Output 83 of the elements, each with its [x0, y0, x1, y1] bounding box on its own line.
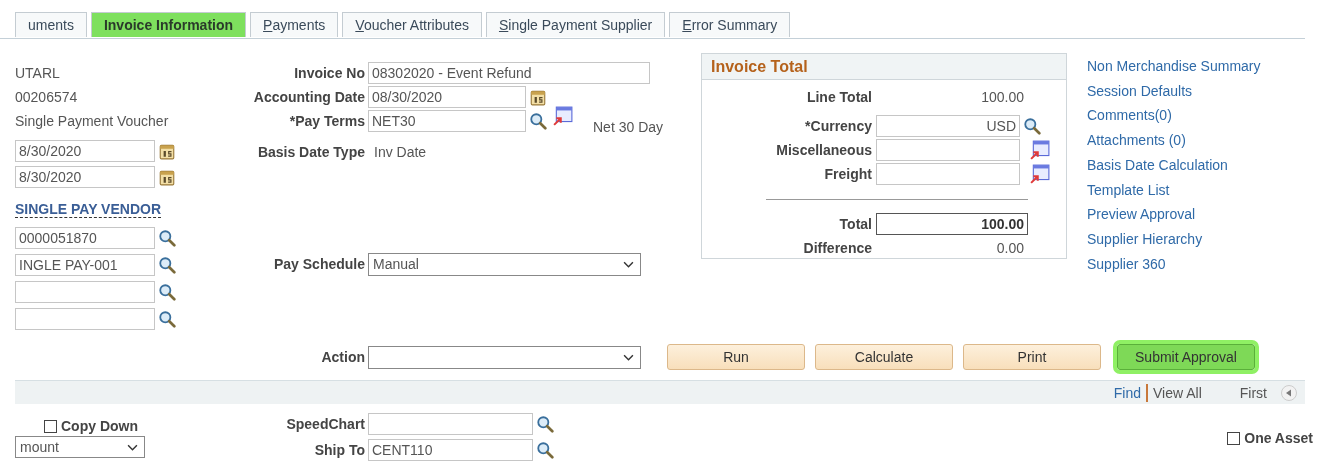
page-link[interactable]: Preview Approval	[1087, 205, 1261, 225]
field-label: Pay Schedule	[272, 256, 366, 272]
search-icon[interactable]	[158, 229, 176, 247]
field-label: Difference	[802, 240, 873, 256]
input-field[interactable]	[368, 413, 533, 435]
caret-icon[interactable]	[623, 353, 634, 361]
view-all-link[interactable]: View All	[1153, 384, 1202, 401]
input-field[interactable]	[876, 139, 1020, 161]
field-label: Total	[838, 216, 873, 232]
tab[interactable]: Voucher Attributes	[342, 12, 482, 37]
search-icon[interactable]	[536, 415, 554, 433]
page-link[interactable]: Session Defaults	[1087, 81, 1261, 102]
field-label: Action	[320, 349, 366, 365]
vendor-link[interactable]: SINGLE PAY VENDOR	[15, 200, 161, 218]
field-value: Single Payment Voucher	[15, 113, 169, 129]
panel-title: Invoice Total	[711, 57, 808, 76]
detail-window-icon[interactable]	[1030, 164, 1050, 184]
field-value: UTARL	[15, 65, 60, 81]
input-field[interactable]: 08302020 - Event Refund	[368, 62, 650, 84]
input-field[interactable]: USD	[876, 115, 1020, 137]
input-field[interactable]: INGLE PAY-001	[15, 254, 155, 276]
dropdown[interactable]: Manual	[368, 252, 641, 276]
input-field[interactable]: CENT110	[368, 439, 533, 461]
field-label: Accounting Date	[252, 89, 366, 105]
field-label: Freight	[823, 166, 873, 182]
calendar-icon[interactable]	[158, 168, 176, 186]
date-field[interactable]: 8/30/2020	[15, 166, 155, 188]
detail-window-icon[interactable]	[553, 106, 573, 126]
input-field[interactable]	[15, 308, 155, 330]
checkbox-label: Copy Down	[61, 418, 138, 434]
page-link[interactable]: Non Merchandise Summary	[1087, 57, 1261, 77]
tab[interactable]: Invoice Information	[90, 12, 247, 37]
field-label: *Pay Terms	[288, 113, 366, 129]
search-icon[interactable]	[158, 310, 176, 328]
action-button[interactable]: Calculate	[815, 344, 953, 370]
amount-value: 100.00	[980, 89, 1024, 105]
search-icon[interactable]	[158, 283, 176, 301]
find-link[interactable]: Find	[1113, 384, 1141, 401]
action-button[interactable]: Print	[963, 344, 1101, 370]
tab[interactable]: Payments	[250, 12, 339, 37]
caret-icon[interactable]	[623, 260, 634, 268]
page-link[interactable]: Supplier Hierarchy	[1087, 229, 1261, 250]
search-icon[interactable]	[536, 441, 554, 459]
field-value: Inv Date	[373, 144, 427, 160]
checkbox[interactable]	[1227, 431, 1241, 445]
search-icon[interactable]	[1023, 117, 1041, 135]
action-button[interactable]: Run	[667, 344, 805, 370]
field-label: SpeedChart	[285, 416, 366, 432]
page-link[interactable]: Basis Date Calculation	[1087, 155, 1261, 176]
checkbox-label: One Asset	[1244, 430, 1313, 446]
input-field[interactable]	[876, 163, 1020, 185]
pay-terms-description: Net 30 Day	[593, 119, 664, 135]
page-link[interactable]: Attachments (0)	[1087, 131, 1261, 151]
total-field: 100.00	[876, 213, 1028, 235]
calendar-icon[interactable]	[529, 88, 547, 106]
first-link[interactable]: First	[1239, 384, 1267, 401]
field-label: Invoice No	[293, 65, 366, 81]
input-field[interactable]	[15, 281, 155, 303]
calendar-icon[interactable]	[158, 142, 176, 160]
page-link[interactable]: Supplier 360	[1087, 254, 1261, 275]
field-label: Ship To	[313, 442, 366, 458]
field-label: *Currency	[804, 118, 873, 134]
date-field[interactable]: 08/30/2020	[368, 86, 526, 108]
input-field[interactable]: NET30	[368, 110, 526, 132]
field-label: Basis Date Type	[256, 144, 366, 160]
previous-icon[interactable]	[1281, 384, 1297, 401]
field-value: 00206574	[15, 89, 78, 105]
tab[interactable]: Error Summary	[669, 12, 791, 37]
date-field[interactable]: 8/30/2020	[15, 140, 155, 162]
page-link[interactable]: Comments(0)	[1087, 106, 1261, 127]
input-field[interactable]: 0000051870	[15, 227, 155, 249]
dropdown[interactable]: mount	[15, 436, 145, 458]
search-icon[interactable]	[158, 256, 176, 274]
field-label: Miscellaneous	[775, 142, 873, 158]
checkbox[interactable]	[44, 419, 57, 433]
detail-window-icon[interactable]	[1030, 140, 1050, 160]
caret-icon[interactable]	[127, 443, 138, 451]
tab[interactable]: Single Payment Supplier	[485, 12, 666, 37]
amount-value: 0.00	[995, 240, 1024, 256]
field-label: Line Total	[805, 89, 873, 105]
page-link[interactable]: Template List	[1087, 180, 1261, 201]
tab[interactable]: uments	[15, 12, 87, 37]
search-icon[interactable]	[529, 112, 547, 130]
